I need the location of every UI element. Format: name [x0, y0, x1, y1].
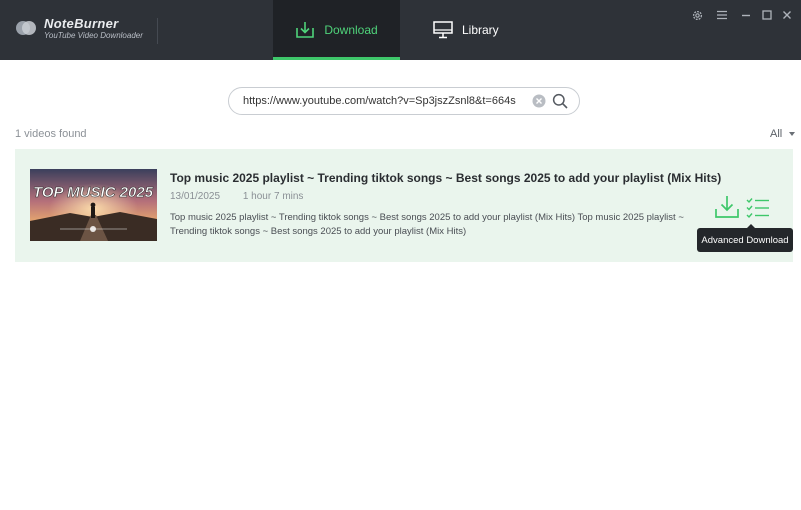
noteburner-logo-icon — [16, 21, 36, 35]
close-icon — [783, 11, 791, 19]
minimize-button[interactable] — [739, 8, 753, 22]
close-button[interactable] — [780, 8, 794, 22]
thumbnail-title-text: TOP MUSIC 2025 — [33, 184, 154, 201]
menu-button[interactable] — [715, 8, 729, 22]
video-title: Top music 2025 playlist ~ Trending tikto… — [170, 171, 722, 185]
gear-icon — [692, 10, 702, 20]
url-search-bar — [228, 87, 580, 115]
caret-down-icon — [789, 132, 796, 136]
video-duration: 1 hour 7 mins — [242, 191, 304, 202]
search-icon[interactable] — [552, 93, 568, 109]
app-subtitle: YouTube Video Downloader — [44, 30, 143, 40]
filter-dropdown[interactable]: All — [770, 128, 796, 140]
video-description: Top music 2025 playlist ~ Trending tikto… — [170, 212, 684, 237]
advanced-download-button[interactable] — [746, 197, 770, 219]
maximize-icon — [762, 10, 772, 20]
maximize-button[interactable] — [760, 8, 774, 22]
clear-icon[interactable] — [532, 94, 546, 108]
tab-download-label: Download — [324, 23, 378, 37]
settings-button[interactable] — [690, 8, 704, 22]
video-date: 13/01/2025 — [170, 191, 221, 202]
advanced-download-tooltip: Advanced Download — [697, 224, 793, 252]
minimize-icon — [742, 14, 750, 17]
download-icon — [715, 196, 739, 218]
download-tray-icon — [296, 22, 315, 38]
url-input[interactable] — [243, 93, 523, 109]
title-bar: NoteBurner YouTube Video Downloader Down… — [0, 0, 801, 60]
menu-icon — [717, 10, 727, 20]
tab-download[interactable]: Download — [273, 0, 400, 60]
video-thumbnail[interactable]: TOP MUSIC 2025 — [30, 169, 157, 241]
tab-library[interactable]: Library — [433, 0, 523, 60]
thumbnail-image: TOP MUSIC 2025 — [30, 169, 157, 241]
checklist-icon — [746, 198, 769, 219]
filter-label: All — [770, 128, 783, 140]
download-button[interactable] — [714, 195, 740, 219]
video-meta: 13/01/2025 1 hour 7 mins — [170, 191, 303, 202]
active-tab-indicator — [273, 57, 400, 60]
monitor-icon — [433, 21, 453, 39]
results-count: 1 videos found — [15, 128, 87, 140]
titlebar-divider — [157, 18, 158, 44]
tab-library-label: Library — [462, 23, 499, 37]
app-logo: NoteBurner YouTube Video Downloader — [14, 16, 143, 40]
app-name: NoteBurner — [44, 15, 119, 31]
video-list-item[interactable]: TOP MUSIC 2025 Top music 2025 playlist ~… — [15, 149, 793, 262]
